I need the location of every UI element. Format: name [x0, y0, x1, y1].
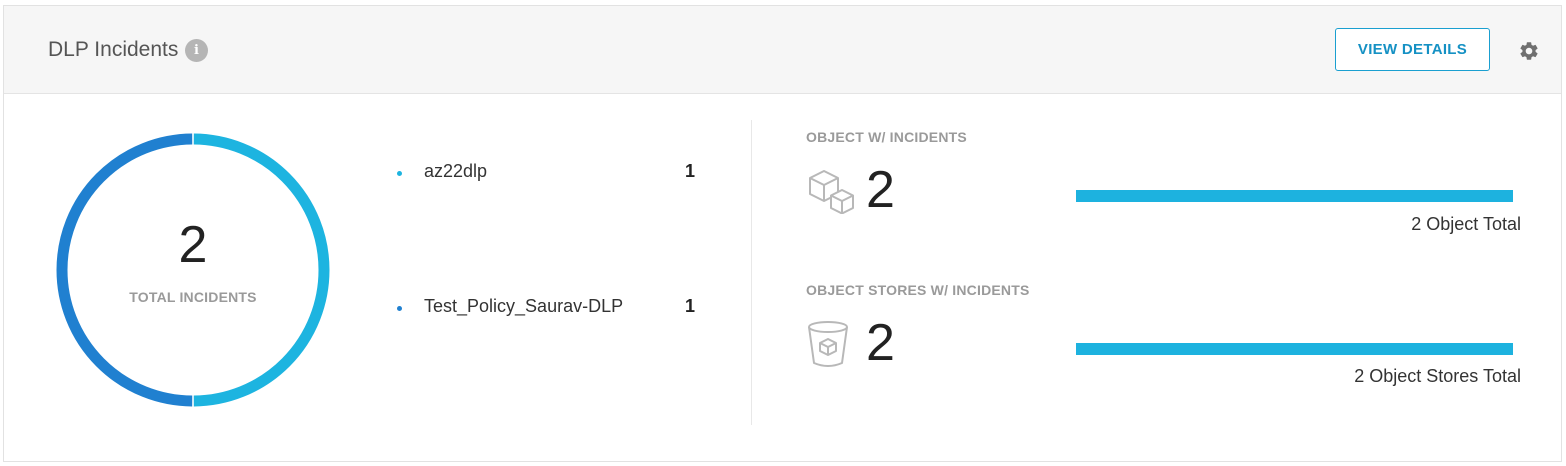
- object-stores-total-label: 2 Object Stores Total: [1354, 366, 1521, 386]
- objects-with-incidents-value: 2: [866, 161, 895, 219]
- incidents-donut-chart: 2 TOTAL INCIDENTS: [56, 133, 330, 407]
- legend-dot: [397, 171, 402, 176]
- legend-name: az22dlp: [424, 161, 488, 181]
- total-incidents-label: TOTAL INCIDENTS: [129, 289, 257, 305]
- legend-count: 1: [685, 161, 696, 181]
- object-stores-progress-bar: [1076, 343, 1513, 355]
- object-stores-progress-fill: [1076, 343, 1513, 355]
- legend-name: Test_Policy_Saurav-DLP: [424, 296, 624, 316]
- total-incidents-value: 2: [178, 216, 208, 274]
- card-title: DLP Incidents: [48, 38, 179, 61]
- section-divider: [751, 120, 752, 425]
- objects-progress-bar: [1076, 190, 1513, 202]
- info-icon[interactable]: i: [185, 39, 208, 62]
- object-stores-with-incidents-title: OBJECT STORES W/ INCIDENTS: [806, 282, 1030, 298]
- legend-count: 1: [685, 296, 696, 316]
- object-stores-with-incidents-value: 2: [866, 314, 895, 372]
- bucket-icon: [808, 321, 848, 367]
- cubes-icon: [809, 170, 854, 214]
- objects-progress-fill: [1076, 190, 1513, 202]
- legend-item-az22dlp[interactable]: az22dlp 1: [395, 161, 705, 185]
- objects-with-incidents-title: OBJECT W/ INCIDENTS: [806, 129, 967, 145]
- view-details-button[interactable]: VIEW DETAILS: [1335, 28, 1490, 71]
- objects-total-label: 2 Object Total: [1411, 214, 1521, 234]
- card-header: DLP Incidents i VIEW DETAILS: [4, 6, 1561, 94]
- gear-icon[interactable]: [1518, 40, 1540, 62]
- legend-item-test-policy[interactable]: Test_Policy_Saurav-DLP 1: [395, 296, 705, 320]
- legend-dot: [397, 306, 402, 311]
